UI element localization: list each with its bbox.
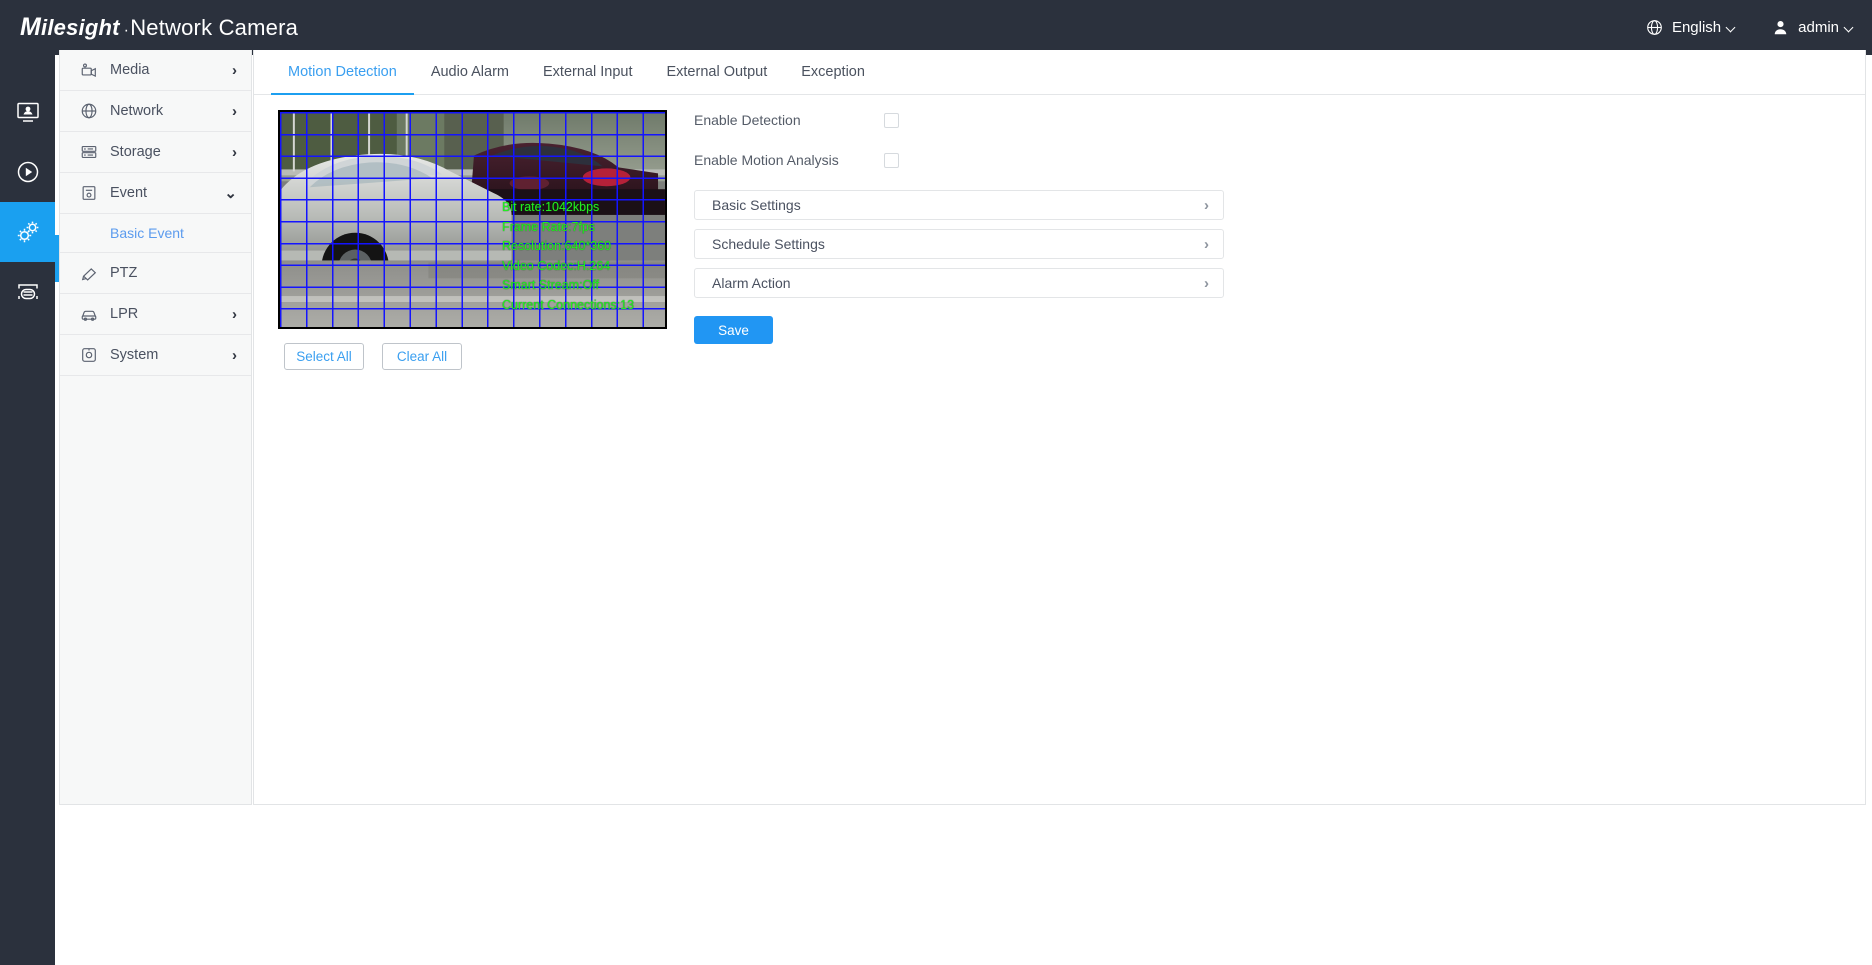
sidebar-item-label: LPR xyxy=(110,306,139,322)
settings-accordion: Basic Settings › Schedule Settings › Ala… xyxy=(694,190,1224,298)
ptz-icon xyxy=(79,264,99,282)
tab-label: Motion Detection xyxy=(288,64,397,80)
content-panel: Motion Detection Audio Alarm External In… xyxy=(253,50,1866,805)
globe-icon xyxy=(1646,19,1663,36)
osd-line: Smart Stream:Off xyxy=(502,278,600,292)
camcorder-icon xyxy=(79,61,99,79)
car-icon xyxy=(79,305,99,323)
accordion-schedule-settings[interactable]: Schedule Settings › xyxy=(694,229,1224,259)
sidebar-item-system[interactable]: System › xyxy=(60,335,251,376)
sidebar-item-storage[interactable]: Storage › xyxy=(60,132,251,173)
preview-section: Bit rate:1042kbps Frame Rate:7fps Resolu… xyxy=(278,110,667,370)
gears-icon xyxy=(14,218,42,246)
chevron-right-icon: › xyxy=(232,346,237,364)
logo-separator: · xyxy=(123,22,130,39)
enable-detection-label: Enable Detection xyxy=(694,112,801,128)
osd-line: Current Connections:13 xyxy=(502,297,635,312)
osd-overlay: Bit rate:1042kbps Frame Rate:7fps Resolu… xyxy=(502,198,634,315)
monitor-icon xyxy=(15,99,41,125)
save-button[interactable]: Save xyxy=(694,316,773,344)
tab-external-output[interactable]: External Output xyxy=(649,50,784,94)
osd-line: Video Codec:H.264 xyxy=(502,258,611,273)
chevron-right-icon: › xyxy=(1204,274,1209,292)
tab-bar: Motion Detection Audio Alarm External In… xyxy=(254,50,1865,95)
enable-motion-analysis-row: Enable Motion Analysis xyxy=(694,140,1224,180)
chevron-down-icon: ⌄ xyxy=(224,184,237,202)
sidebar-item-event[interactable]: Event ⌄ xyxy=(60,173,251,214)
user-label: admin xyxy=(1798,19,1839,36)
system-icon xyxy=(79,346,99,364)
accordion-label: Basic Settings xyxy=(712,197,801,213)
clear-all-button[interactable]: Clear All xyxy=(382,343,462,370)
accordion-alarm-action[interactable]: Alarm Action › xyxy=(694,268,1224,298)
chevron-right-icon: › xyxy=(232,61,237,79)
logo-suffix: Network Camera xyxy=(130,15,299,40)
app-header: Milesight · Network Camera English admin xyxy=(0,0,1872,55)
sidebar-item-label: System xyxy=(110,347,159,363)
sidebar-item-ptz[interactable]: PTZ xyxy=(60,253,251,294)
tab-exception[interactable]: Exception xyxy=(784,50,882,94)
tab-audio-alarm[interactable]: Audio Alarm xyxy=(414,50,526,94)
tab-motion-detection[interactable]: Motion Detection xyxy=(271,50,414,95)
sidebar-item-label: Media xyxy=(110,62,150,78)
rail-item-live-view[interactable] xyxy=(0,82,55,142)
chevron-right-icon: › xyxy=(232,143,237,161)
motion-detection-grid[interactable]: Bit rate:1042kbps Frame Rate:7fps Resolu… xyxy=(278,110,667,329)
language-label: English xyxy=(1671,19,1722,36)
sidebar-subitem-basic-event[interactable]: Basic Event xyxy=(60,214,251,253)
sidebar-item-label: Storage xyxy=(110,144,161,160)
globe-icon xyxy=(79,102,99,120)
sidebar-item-label: Network xyxy=(110,103,164,119)
enable-motion-analysis-checkbox[interactable] xyxy=(884,152,899,168)
tab-label: Exception xyxy=(801,64,865,80)
accordion-label: Alarm Action xyxy=(712,275,791,291)
tab-label: Audio Alarm xyxy=(430,64,509,80)
tab-label: External Input xyxy=(543,64,633,80)
logo-brand: ilesight xyxy=(41,15,120,40)
chevron-right-icon: › xyxy=(232,102,237,120)
language-selector[interactable]: English xyxy=(1646,19,1730,36)
accordion-basic-settings[interactable]: Basic Settings › xyxy=(694,190,1224,220)
sidebar-item-network[interactable]: Network › xyxy=(60,91,251,132)
accordion-label: Schedule Settings xyxy=(712,236,825,252)
sidebar-item-label: Event xyxy=(110,185,148,201)
logo-capital: M xyxy=(20,13,42,41)
sidebar-item-lpr[interactable]: LPR › xyxy=(60,294,251,335)
enable-motion-analysis-label: Enable Motion Analysis xyxy=(694,152,839,168)
select-all-button[interactable]: Select All xyxy=(284,343,364,370)
user-icon xyxy=(1772,19,1789,36)
tab-label: External Output xyxy=(666,64,768,80)
enable-detection-row: Enable Detection xyxy=(694,100,1224,140)
enable-detection-checkbox[interactable] xyxy=(884,112,899,128)
tab-content-motion-detection: Bit rate:1042kbps Frame Rate:7fps Resolu… xyxy=(254,95,1865,370)
play-circle-icon xyxy=(15,159,41,185)
app-logo: Milesight · Network Camera xyxy=(20,13,298,42)
tab-external-input[interactable]: External Input xyxy=(526,50,649,94)
osd-line: Bit rate:1042kbps xyxy=(502,200,600,214)
sidebar-menu: Media › Network › Storage › Event ⌄ Basi… xyxy=(59,50,252,805)
settings-section: Enable Detection Enable Motion Analysis … xyxy=(694,100,1224,344)
icon-rail xyxy=(0,55,55,965)
vehicle-icon xyxy=(15,279,41,305)
osd-line: Resolution:640*360 xyxy=(502,239,612,253)
rail-item-playback[interactable] xyxy=(0,142,55,202)
chevron-right-icon: › xyxy=(1204,235,1209,253)
sidebar-subitem-label: Basic Event xyxy=(110,225,184,241)
storage-icon xyxy=(79,143,99,161)
sidebar-item-label: PTZ xyxy=(110,265,138,281)
sidebar-item-media[interactable]: Media › xyxy=(60,50,251,91)
osd-line: Frame Rate:7fps xyxy=(502,219,596,234)
header-actions: English admin xyxy=(1646,19,1848,36)
event-icon xyxy=(79,184,99,202)
rail-item-settings[interactable] xyxy=(0,202,55,262)
user-menu[interactable]: admin xyxy=(1772,19,1848,36)
chevron-right-icon: › xyxy=(232,305,237,323)
grid-actions: Select All Clear All xyxy=(278,343,667,370)
rail-item-lpr[interactable] xyxy=(0,262,55,322)
chevron-right-icon: › xyxy=(1204,196,1209,214)
